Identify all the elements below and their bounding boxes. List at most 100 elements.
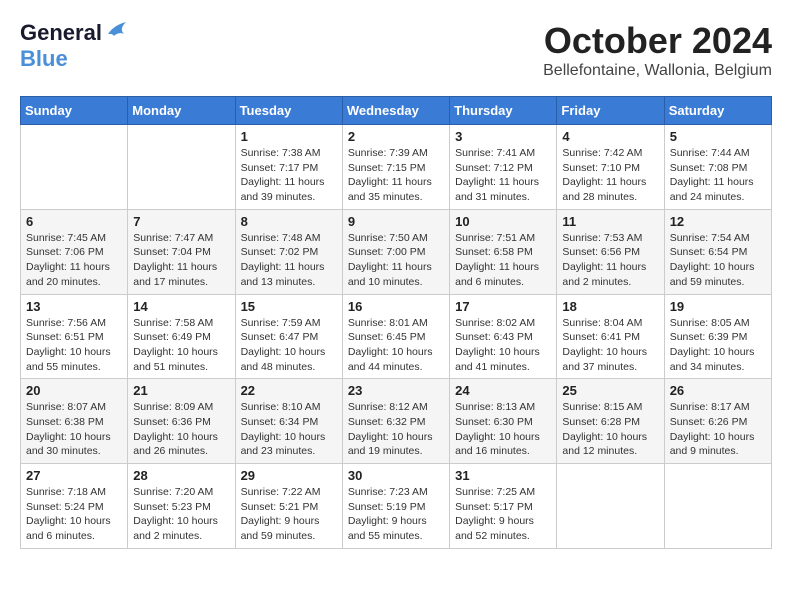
logo: General Blue [20, 20, 128, 72]
logo-general-text: General [20, 20, 102, 46]
day-info: Sunrise: 8:10 AM Sunset: 6:34 PM Dayligh… [241, 400, 337, 459]
logo-blue-text: Blue [20, 46, 68, 71]
day-info: Sunrise: 7:38 AM Sunset: 7:17 PM Dayligh… [241, 146, 337, 205]
calendar-cell: 9 Sunrise: 7:50 AM Sunset: 7:00 PM Daylig… [342, 209, 449, 294]
calendar-cell: 14 Sunrise: 7:58 AM Sunset: 6:49 PM Dayli… [128, 294, 235, 379]
day-info: Sunrise: 7:41 AM Sunset: 7:12 PM Dayligh… [455, 146, 551, 205]
calendar-week-row: 1 Sunrise: 7:38 AM Sunset: 7:17 PM Daylig… [21, 125, 772, 210]
calendar-header: SundayMondayTuesdayWednesdayThursdayFrid… [21, 97, 772, 125]
day-number: 28 [133, 468, 229, 483]
month-title: October 2024 [543, 20, 772, 62]
calendar-cell: 7 Sunrise: 7:47 AM Sunset: 7:04 PM Daylig… [128, 209, 235, 294]
calendar-cell: 21Sunrise: 8:09 AM Sunset: 6:36 PM Dayli… [128, 379, 235, 464]
day-info: Sunrise: 8:01 AM Sunset: 6:45 PM Dayligh… [348, 316, 444, 375]
day-number: 20 [26, 383, 122, 398]
day-number: 30 [348, 468, 444, 483]
day-number: 9 [348, 214, 444, 229]
day-number: 19 [670, 299, 766, 314]
day-number: 1 [241, 129, 337, 144]
day-number: 13 [26, 299, 122, 314]
day-info: Sunrise: 7:45 AM Sunset: 7:06 PM Dayligh… [26, 231, 122, 290]
day-info: Sunrise: 7:54 AM Sunset: 6:54 PM Dayligh… [670, 231, 766, 290]
day-info: Sunrise: 8:13 AM Sunset: 6:30 PM Dayligh… [455, 400, 551, 459]
calendar-cell [557, 464, 664, 549]
logo-bird-icon [106, 20, 128, 38]
calendar-week-row: 6 Sunrise: 7:45 AM Sunset: 7:06 PM Daylig… [21, 209, 772, 294]
calendar-cell: 22 Sunrise: 8:10 AM Sunset: 6:34 PM Dayli… [235, 379, 342, 464]
days-of-week-row: SundayMondayTuesdayWednesdayThursdayFrid… [21, 97, 772, 125]
calendar-cell: 19Sunrise: 8:05 AM Sunset: 6:39 PM Dayli… [664, 294, 771, 379]
calendar-cell: 5 Sunrise: 7:44 AM Sunset: 7:08 PM Daylig… [664, 125, 771, 210]
day-info: Sunrise: 7:50 AM Sunset: 7:00 PM Dayligh… [348, 231, 444, 290]
calendar-cell: 15 Sunrise: 7:59 AM Sunset: 6:47 PM Dayli… [235, 294, 342, 379]
day-number: 6 [26, 214, 122, 229]
calendar-cell: 20 Sunrise: 8:07 AM Sunset: 6:38 PM Dayli… [21, 379, 128, 464]
calendar-cell: 29Sunrise: 7:22 AM Sunset: 5:21 PM Dayli… [235, 464, 342, 549]
calendar-cell: 16 Sunrise: 8:01 AM Sunset: 6:45 PM Dayli… [342, 294, 449, 379]
calendar-body: 1 Sunrise: 7:38 AM Sunset: 7:17 PM Daylig… [21, 125, 772, 549]
day-info: Sunrise: 7:47 AM Sunset: 7:04 PM Dayligh… [133, 231, 229, 290]
day-of-week-header: Monday [128, 97, 235, 125]
day-info: Sunrise: 7:58 AM Sunset: 6:49 PM Dayligh… [133, 316, 229, 375]
day-info: Sunrise: 7:39 AM Sunset: 7:15 PM Dayligh… [348, 146, 444, 205]
day-of-week-header: Wednesday [342, 97, 449, 125]
title-section: October 2024 Bellefontaine, Wallonia, Be… [543, 20, 772, 80]
day-info: Sunrise: 8:17 AM Sunset: 6:26 PM Dayligh… [670, 400, 766, 459]
day-number: 25 [562, 383, 658, 398]
day-number: 18 [562, 299, 658, 314]
day-number: 10 [455, 214, 551, 229]
day-number: 2 [348, 129, 444, 144]
calendar-cell: 25 Sunrise: 8:15 AM Sunset: 6:28 PM Dayli… [557, 379, 664, 464]
day-of-week-header: Saturday [664, 97, 771, 125]
day-of-week-header: Friday [557, 97, 664, 125]
day-info: Sunrise: 8:02 AM Sunset: 6:43 PM Dayligh… [455, 316, 551, 375]
day-number: 15 [241, 299, 337, 314]
day-number: 21 [133, 383, 229, 398]
day-info: Sunrise: 8:12 AM Sunset: 6:32 PM Dayligh… [348, 400, 444, 459]
day-info: Sunrise: 7:59 AM Sunset: 6:47 PM Dayligh… [241, 316, 337, 375]
calendar-cell [21, 125, 128, 210]
day-number: 31 [455, 468, 551, 483]
location-subtitle: Bellefontaine, Wallonia, Belgium [543, 62, 772, 80]
calendar-cell: 11Sunrise: 7:53 AM Sunset: 6:56 PM Dayli… [557, 209, 664, 294]
calendar-cell: 4 Sunrise: 7:42 AM Sunset: 7:10 PM Daylig… [557, 125, 664, 210]
day-info: Sunrise: 7:25 AM Sunset: 5:17 PM Dayligh… [455, 485, 551, 544]
day-info: Sunrise: 8:07 AM Sunset: 6:38 PM Dayligh… [26, 400, 122, 459]
day-number: 26 [670, 383, 766, 398]
day-info: Sunrise: 7:56 AM Sunset: 6:51 PM Dayligh… [26, 316, 122, 375]
calendar-cell: 28Sunrise: 7:20 AM Sunset: 5:23 PM Dayli… [128, 464, 235, 549]
calendar-cell: 17Sunrise: 8:02 AM Sunset: 6:43 PM Dayli… [450, 294, 557, 379]
day-number: 14 [133, 299, 229, 314]
day-number: 22 [241, 383, 337, 398]
day-info: Sunrise: 7:23 AM Sunset: 5:19 PM Dayligh… [348, 485, 444, 544]
day-number: 24 [455, 383, 551, 398]
calendar-cell: 24 Sunrise: 8:13 AM Sunset: 6:30 PM Dayli… [450, 379, 557, 464]
calendar-cell: 18 Sunrise: 8:04 AM Sunset: 6:41 PM Dayli… [557, 294, 664, 379]
day-info: Sunrise: 8:15 AM Sunset: 6:28 PM Dayligh… [562, 400, 658, 459]
calendar-cell: 1 Sunrise: 7:38 AM Sunset: 7:17 PM Daylig… [235, 125, 342, 210]
calendar-cell: 23Sunrise: 8:12 AM Sunset: 6:32 PM Dayli… [342, 379, 449, 464]
day-number: 16 [348, 299, 444, 314]
day-of-week-header: Thursday [450, 97, 557, 125]
calendar-week-row: 13 Sunrise: 7:56 AM Sunset: 6:51 PM Dayli… [21, 294, 772, 379]
calendar-cell: 6 Sunrise: 7:45 AM Sunset: 7:06 PM Daylig… [21, 209, 128, 294]
day-number: 27 [26, 468, 122, 483]
day-info: Sunrise: 7:42 AM Sunset: 7:10 PM Dayligh… [562, 146, 658, 205]
calendar-cell: 30 Sunrise: 7:23 AM Sunset: 5:19 PM Dayli… [342, 464, 449, 549]
calendar-cell: 27 Sunrise: 7:18 AM Sunset: 5:24 PM Dayli… [21, 464, 128, 549]
day-info: Sunrise: 8:04 AM Sunset: 6:41 PM Dayligh… [562, 316, 658, 375]
calendar-week-row: 20 Sunrise: 8:07 AM Sunset: 6:38 PM Dayli… [21, 379, 772, 464]
day-number: 5 [670, 129, 766, 144]
calendar-cell: 2 Sunrise: 7:39 AM Sunset: 7:15 PM Daylig… [342, 125, 449, 210]
day-number: 4 [562, 129, 658, 144]
day-number: 7 [133, 214, 229, 229]
day-of-week-header: Sunday [21, 97, 128, 125]
day-info: Sunrise: 7:18 AM Sunset: 5:24 PM Dayligh… [26, 485, 122, 544]
calendar-cell [128, 125, 235, 210]
calendar-cell: 3 Sunrise: 7:41 AM Sunset: 7:12 PM Daylig… [450, 125, 557, 210]
calendar-cell: 31 Sunrise: 7:25 AM Sunset: 5:17 PM Dayli… [450, 464, 557, 549]
day-number: 29 [241, 468, 337, 483]
day-info: Sunrise: 7:44 AM Sunset: 7:08 PM Dayligh… [670, 146, 766, 205]
day-number: 3 [455, 129, 551, 144]
calendar-cell: 13 Sunrise: 7:56 AM Sunset: 6:51 PM Dayli… [21, 294, 128, 379]
